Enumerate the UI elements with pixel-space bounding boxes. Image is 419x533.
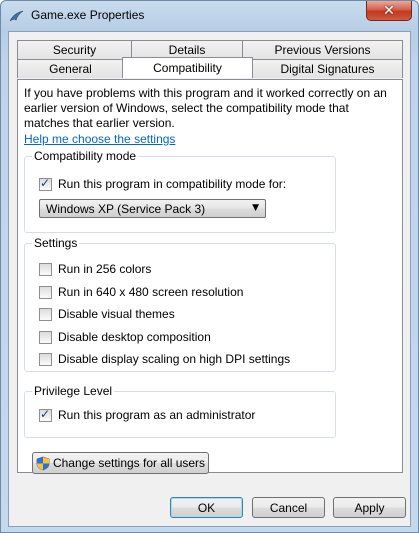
checkbox-label: Run in 256 colors (58, 262, 152, 276)
tab-compatibility[interactable]: Compatibility (122, 57, 253, 78)
setting-checkbox[interactable] (39, 285, 52, 299)
tab-previous-versions[interactable]: Previous Versions (242, 40, 403, 59)
setting-checkbox[interactable] (39, 352, 52, 366)
tab-label: General (49, 62, 92, 76)
admin-checkbox-row[interactable]: ✓ Run this program as an administrator (39, 406, 256, 422)
tab-label: Compatibility (153, 61, 222, 75)
apply-button[interactable]: Apply (333, 497, 406, 518)
title-bar[interactable]: Game.exe Properties ✕ (1, 1, 418, 31)
group-title: Compatibility mode (32, 149, 139, 163)
uac-shield-icon (36, 456, 50, 470)
dialog-body: Security Details Previous Versions Gener… (8, 31, 411, 527)
button-label: Apply (354, 500, 385, 515)
tab-digital-signatures[interactable]: Digital Signatures (252, 59, 403, 78)
close-button[interactable]: ✕ (366, 1, 412, 21)
setting-checkbox[interactable] (39, 262, 52, 276)
checkbox-label: Run in 640 x 480 screen resolution (58, 285, 244, 299)
properties-window: Game.exe Properties ✕ Security Details P… (0, 0, 419, 533)
admin-checkbox[interactable]: ✓ (39, 406, 52, 422)
button-label: OK (197, 500, 216, 515)
settings-group: Settings Run in 256 colors Run in 640 x … (24, 236, 336, 372)
setting-row[interactable]: Run in 256 colors (39, 262, 151, 276)
ok-button[interactable]: OK (170, 497, 243, 518)
checkbox-label: Run this program as an administrator (58, 408, 256, 422)
os-select[interactable]: Windows XP (Service Pack 3) ▼ (39, 199, 266, 218)
compat-mode-checkbox[interactable]: ✓ (39, 175, 52, 191)
compatibility-panel: If you have problems with this program a… (17, 79, 403, 474)
intro-text: If you have problems with this program a… (24, 86, 387, 130)
change-all-users-button[interactable]: Change settings for all users (32, 452, 209, 474)
checkbox-label: Disable desktop composition (58, 330, 211, 344)
tab-security[interactable]: Security (17, 40, 132, 59)
setting-checkbox[interactable] (39, 307, 52, 321)
button-label: Cancel (269, 500, 308, 515)
window-title: Game.exe Properties (31, 8, 145, 22)
setting-checkbox[interactable] (39, 330, 52, 344)
checkbox-label: Disable visual themes (58, 307, 175, 321)
selected-os: Windows XP (Service Pack 3) (46, 201, 206, 216)
tab-label: Details (168, 43, 206, 57)
checkmark-icon: ✓ (40, 175, 51, 190)
setting-row[interactable]: Disable display scaling on high DPI sett… (39, 352, 290, 366)
chevron-down-icon: ▼ (252, 203, 259, 213)
tab-label: Digital Signatures (280, 62, 375, 76)
app-icon (9, 10, 24, 22)
setting-row[interactable]: Disable visual themes (39, 307, 175, 321)
checkbox-label: Disable display scaling on high DPI sett… (58, 352, 291, 366)
compat-mode-group: Compatibility mode ✓ Run this program in… (24, 149, 336, 233)
button-label: Change settings for all users (52, 456, 206, 470)
checkbox-label: Run this program in compatibility mode f… (58, 177, 287, 191)
group-title: Settings (32, 236, 80, 250)
tab-label: Previous Versions (274, 43, 371, 57)
compat-mode-checkbox-row[interactable]: ✓ Run this program in compatibility mode… (39, 175, 287, 191)
group-title: Privilege Level (32, 384, 115, 398)
close-icon: ✕ (383, 2, 395, 19)
setting-row[interactable]: Run in 640 x 480 screen resolution (39, 285, 243, 299)
privilege-group: Privilege Level ✓ Run this program as an… (24, 384, 336, 438)
checkmark-icon: ✓ (40, 406, 51, 421)
tab-general[interactable]: General (17, 59, 124, 78)
help-link[interactable]: Help me choose the settings (24, 132, 175, 146)
setting-row[interactable]: Disable desktop composition (39, 330, 211, 344)
cancel-button[interactable]: Cancel (252, 497, 325, 518)
tab-label: Security (52, 43, 97, 57)
